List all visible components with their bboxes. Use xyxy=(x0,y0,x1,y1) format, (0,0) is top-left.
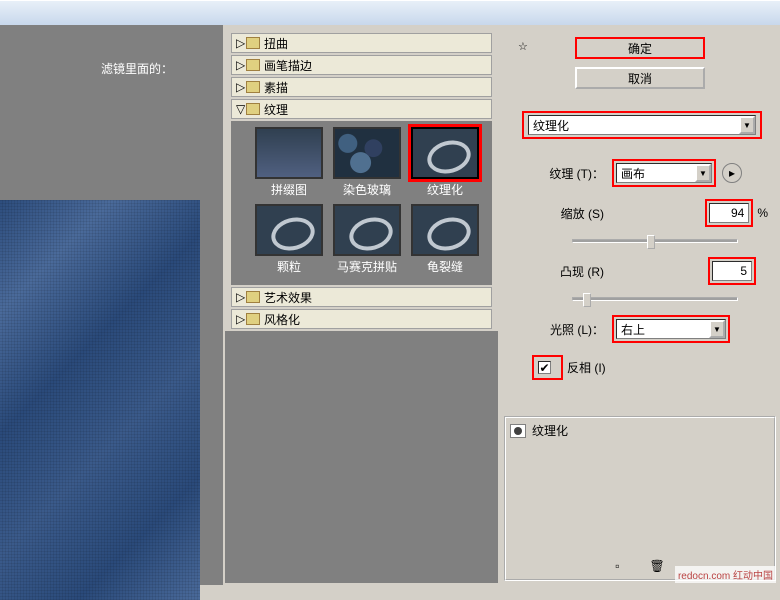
folder-icon xyxy=(246,37,260,49)
folder-icon xyxy=(246,81,260,93)
visibility-eye-icon[interactable] xyxy=(510,424,526,438)
category-label: 素描 xyxy=(264,79,288,96)
chevron-down-icon: ▽ xyxy=(236,102,246,116)
light-label: 光照 (L)： xyxy=(512,321,612,338)
category-brush-strokes[interactable]: ▷ 画笔描边 xyxy=(231,55,492,75)
effects-layer-panel: 纹理化 ▫ 🗑 xyxy=(504,416,776,581)
thumb-grain[interactable]: 颗粒 xyxy=(255,204,323,275)
thumb-texturizer[interactable]: 纹理化 xyxy=(411,127,479,198)
effect-name: 纹理化 xyxy=(532,422,568,439)
category-distort[interactable]: ▷ 扭曲 xyxy=(231,33,492,53)
chevron-right-icon: ▷ xyxy=(236,290,246,304)
watermark: redocn.com 红动中国 xyxy=(675,566,776,583)
chevron-right-icon: ▷ xyxy=(236,312,246,326)
thumb-patchwork[interactable]: 拼缀图 xyxy=(255,127,323,198)
preview-label: 滤镜里面的： xyxy=(0,25,223,77)
chevron-right-icon: ▷ xyxy=(236,36,246,50)
light-value: 右上 xyxy=(617,321,709,338)
folder-icon xyxy=(246,313,260,325)
category-label: 艺术效果 xyxy=(264,289,312,306)
category-artistic[interactable]: ▷ 艺术效果 xyxy=(231,287,492,307)
texture-type-select[interactable]: 画布 ▼ xyxy=(616,163,712,183)
folder-icon xyxy=(246,291,260,303)
relief-label: 凸现 (R) xyxy=(512,263,612,280)
folder-icon xyxy=(246,103,260,115)
thumb-label: 颗粒 xyxy=(255,258,323,275)
cancel-button[interactable]: 取消 xyxy=(575,67,705,89)
ok-button[interactable]: 确定 xyxy=(575,37,705,59)
texture-label: 纹理 (T)： xyxy=(512,165,612,182)
thumb-label: 马赛克拼贴 xyxy=(333,258,401,275)
thumb-label: 纹理化 xyxy=(411,181,479,198)
load-texture-button[interactable]: ▸ xyxy=(722,163,742,183)
filter-name-select[interactable]: 纹理化 ▼ xyxy=(528,115,756,135)
chevron-down-icon: ▼ xyxy=(695,164,711,182)
thumb-craquelure[interactable]: 龟裂缝 xyxy=(411,204,479,275)
category-sketch[interactable]: ▷ 素描 xyxy=(231,77,492,97)
chevron-down-icon: ▼ xyxy=(709,320,725,338)
thumb-mosaic-tiles[interactable]: 马赛克拼贴 xyxy=(333,204,401,275)
thumb-label: 染色玻璃 xyxy=(333,181,401,198)
filter-preview-image xyxy=(0,200,200,600)
category-texture[interactable]: ▽ 纹理 xyxy=(231,99,492,119)
filter-category-panel: ▷ 扭曲 ▷ 画笔描边 ▷ 素描 ▽ 纹理 拼缀图 染色玻璃 纹理化 颗粒 xyxy=(225,25,500,585)
invert-checkbox[interactable]: ✔ xyxy=(538,361,551,374)
filter-name-value: 纹理化 xyxy=(529,117,739,134)
thumb-label: 龟裂缝 xyxy=(411,258,479,275)
delete-effect-icon[interactable]: 🗑 xyxy=(650,559,665,573)
relief-input[interactable]: 5 xyxy=(712,261,752,281)
category-stylize[interactable]: ▷ 风格化 xyxy=(231,309,492,329)
thumb-label: 拼缀图 xyxy=(255,181,323,198)
filter-settings-panel: ☆ 确定 取消 纹理化 ▼ 纹理 (T)： 画布 ▼ ▸ 缩放 (S) 94 %… xyxy=(500,25,780,585)
folder-icon xyxy=(246,59,260,71)
category-label: 风格化 xyxy=(264,311,300,328)
category-label: 扭曲 xyxy=(264,35,288,52)
texture-thumb-grid: 拼缀图 染色玻璃 纹理化 颗粒 马赛克拼贴 龟裂缝 xyxy=(231,121,492,285)
chevron-right-icon: ▷ xyxy=(236,58,246,72)
new-effect-icon[interactable]: ▫ xyxy=(615,559,619,573)
scale-slider[interactable] xyxy=(572,239,738,243)
invert-label: 反相 (I) xyxy=(567,359,606,376)
thumb-stained-glass[interactable]: 染色玻璃 xyxy=(333,127,401,198)
category-label: 画笔描边 xyxy=(264,57,312,74)
collapse-icon[interactable]: ☆ xyxy=(518,40,528,53)
relief-slider[interactable] xyxy=(572,297,738,301)
category-label: 纹理 xyxy=(264,101,288,118)
scale-input[interactable]: 94 xyxy=(709,203,749,223)
texture-value: 画布 xyxy=(617,165,695,182)
scale-label: 缩放 (S) xyxy=(512,205,612,222)
chevron-down-icon: ▼ xyxy=(739,116,755,134)
preview-panel: 滤镜里面的： xyxy=(0,25,225,585)
chevron-right-icon: ▷ xyxy=(236,80,246,94)
light-direction-select[interactable]: 右上 ▼ xyxy=(616,319,726,339)
